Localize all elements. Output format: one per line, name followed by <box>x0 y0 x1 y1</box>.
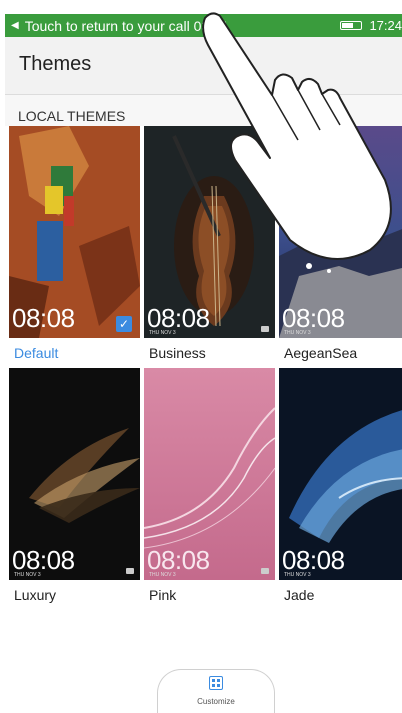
theme-thumbnail: 08:08 ✓ <box>9 126 140 338</box>
customize-label: Customize <box>197 697 235 706</box>
selected-check-icon: ✓ <box>116 316 132 332</box>
theme-thumbnail: 08:08 THU NOV 3 <box>9 368 140 580</box>
lock-date: THU NOV 3 <box>284 330 311 336</box>
theme-name: Luxury <box>14 587 57 603</box>
theme-name: Business <box>149 345 206 361</box>
lock-date: THU NOV 3 <box>149 330 176 336</box>
theme-name: AegeanSea <box>284 345 358 361</box>
hand-pointer-icon <box>202 12 392 260</box>
theme-thumbnail: 08:08 THU NOV 3 <box>144 368 275 580</box>
grid-icon <box>209 676 223 690</box>
lock-date: THU NOV 3 <box>284 572 311 578</box>
customize-button[interactable]: Customize <box>157 669 275 713</box>
camera-icon <box>261 568 269 574</box>
lock-clock: 08:08 <box>12 303 75 333</box>
theme-name: Jade <box>284 587 315 603</box>
page-title: Themes <box>19 53 92 75</box>
back-arrow-icon: ◀ <box>11 20 19 31</box>
theme-name: Default <box>14 345 59 361</box>
lock-date: THU NOV 3 <box>14 572 41 578</box>
theme-thumbnail: 08:08 THU NOV 3 <box>279 368 402 580</box>
lock-date: THU NOV 3 <box>149 572 176 578</box>
section-label: LOCAL THEMES <box>18 108 126 124</box>
camera-icon <box>126 568 134 574</box>
camera-icon <box>261 326 269 332</box>
theme-name: Pink <box>149 587 177 603</box>
